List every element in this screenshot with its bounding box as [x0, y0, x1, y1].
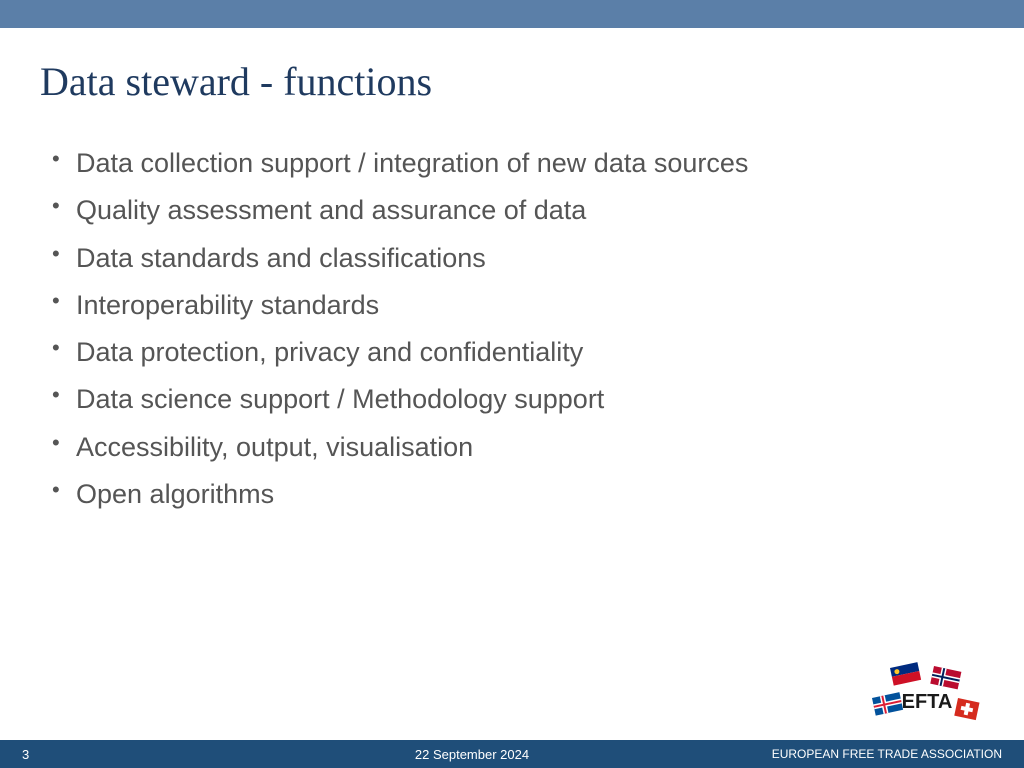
- bullet-item: Quality assessment and assurance of data: [48, 187, 984, 234]
- bullet-item: Data protection, privacy and confidentia…: [48, 329, 984, 376]
- bullet-item: Data collection support / integration of…: [48, 140, 984, 187]
- bullet-item: Data standards and classifications: [48, 235, 984, 282]
- footer-org-name: EUROPEAN FREE TRADE ASSOCIATION: [744, 747, 1024, 761]
- page-number: 3: [0, 747, 200, 762]
- bullet-item: Open algorithms: [48, 471, 984, 518]
- bullet-item: Interoperability standards: [48, 282, 984, 329]
- bullet-item: Accessibility, output, visualisation: [48, 424, 984, 471]
- svg-text:EFTA: EFTA: [902, 691, 953, 713]
- slide-footer: 3 22 September 2024 EUROPEAN FREE TRADE …: [0, 740, 1024, 768]
- bullet-list: Data collection support / integration of…: [40, 140, 984, 518]
- slide-title: Data steward - functions: [40, 58, 984, 105]
- efta-logo: EFTA: [862, 660, 992, 730]
- slide-content: Data steward - functions Data collection…: [0, 28, 1024, 518]
- bullet-item: Data science support / Methodology suppo…: [48, 376, 984, 423]
- top-accent-bar: [0, 0, 1024, 28]
- footer-date: 22 September 2024: [200, 747, 744, 762]
